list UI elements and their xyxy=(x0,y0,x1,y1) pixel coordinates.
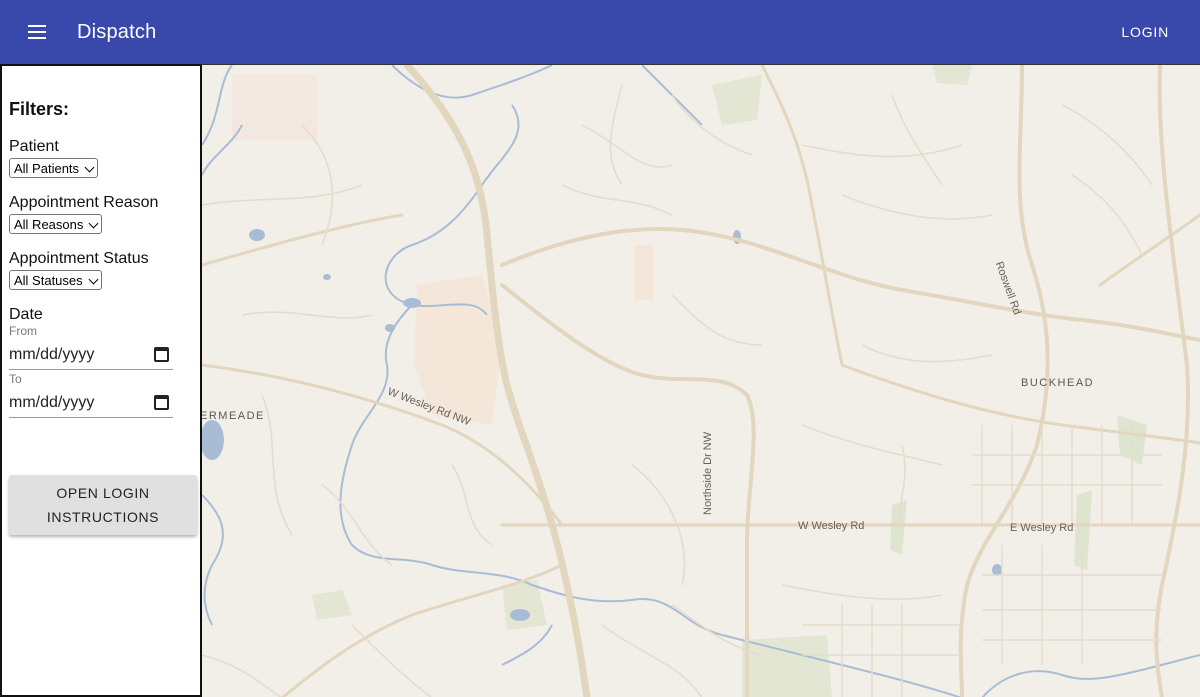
date-from-input[interactable]: mm/dd/yyyy xyxy=(9,340,173,370)
date-label: Date xyxy=(9,306,43,323)
map-label-road: E Wesley Rd xyxy=(1010,522,1074,534)
map-label-road: W Wesley Rd xyxy=(798,520,865,532)
reason-select-value: All Reasons xyxy=(14,217,84,232)
map-label-road: Northside Dr NW xyxy=(702,431,714,515)
map-label-area: BUCKHEAD xyxy=(1021,377,1095,389)
filters-sidebar: Filters: Patient All Patients Appointmen… xyxy=(0,64,202,697)
landuse-patch xyxy=(232,75,317,140)
date-from-label: From xyxy=(9,324,37,338)
park-patch xyxy=(932,65,972,85)
filters-title: Filters: xyxy=(9,99,70,119)
calendar-icon[interactable] xyxy=(154,395,169,410)
calendar-icon[interactable] xyxy=(154,347,169,362)
date-to-label: To xyxy=(9,372,22,386)
chevron-down-icon xyxy=(84,162,95,173)
date-to-input[interactable]: mm/dd/yyyy xyxy=(9,388,173,418)
reason-label: Appointment Reason xyxy=(9,194,159,211)
park-patch xyxy=(1074,490,1092,570)
menu-icon[interactable] xyxy=(17,12,57,52)
date-from-placeholder: mm/dd/yyyy xyxy=(9,345,95,363)
reason-select[interactable]: All Reasons xyxy=(9,214,103,234)
park-patch xyxy=(712,75,762,125)
ponds xyxy=(202,229,1002,621)
app-bar: Dispatch LOGIN xyxy=(0,0,1200,64)
open-login-instructions-button[interactable]: OPEN LOGIN INSTRUCTIONS xyxy=(9,475,197,535)
login-button[interactable]: LOGIN xyxy=(1106,14,1184,50)
chevron-down-icon xyxy=(88,218,99,229)
date-to-placeholder: mm/dd/yyyy xyxy=(9,393,95,411)
status-select[interactable]: All Statuses xyxy=(9,270,102,290)
park-patch xyxy=(890,500,907,555)
patient-label: Patient xyxy=(9,138,59,155)
status-select-value: All Statuses xyxy=(14,273,83,288)
app-title: Dispatch xyxy=(77,20,157,43)
landuse-patch xyxy=(634,245,654,300)
park-patch xyxy=(312,590,352,620)
map-view[interactable]: W Wesley Rd NW Northside Dr NW W Wesley … xyxy=(202,64,1200,697)
status-label: Appointment Status xyxy=(9,250,149,267)
map-label-area: ERMEADE xyxy=(202,410,265,422)
patient-select[interactable]: All Patients xyxy=(9,158,99,178)
patient-select-value: All Patients xyxy=(14,161,80,176)
chevron-down-icon xyxy=(88,274,99,285)
